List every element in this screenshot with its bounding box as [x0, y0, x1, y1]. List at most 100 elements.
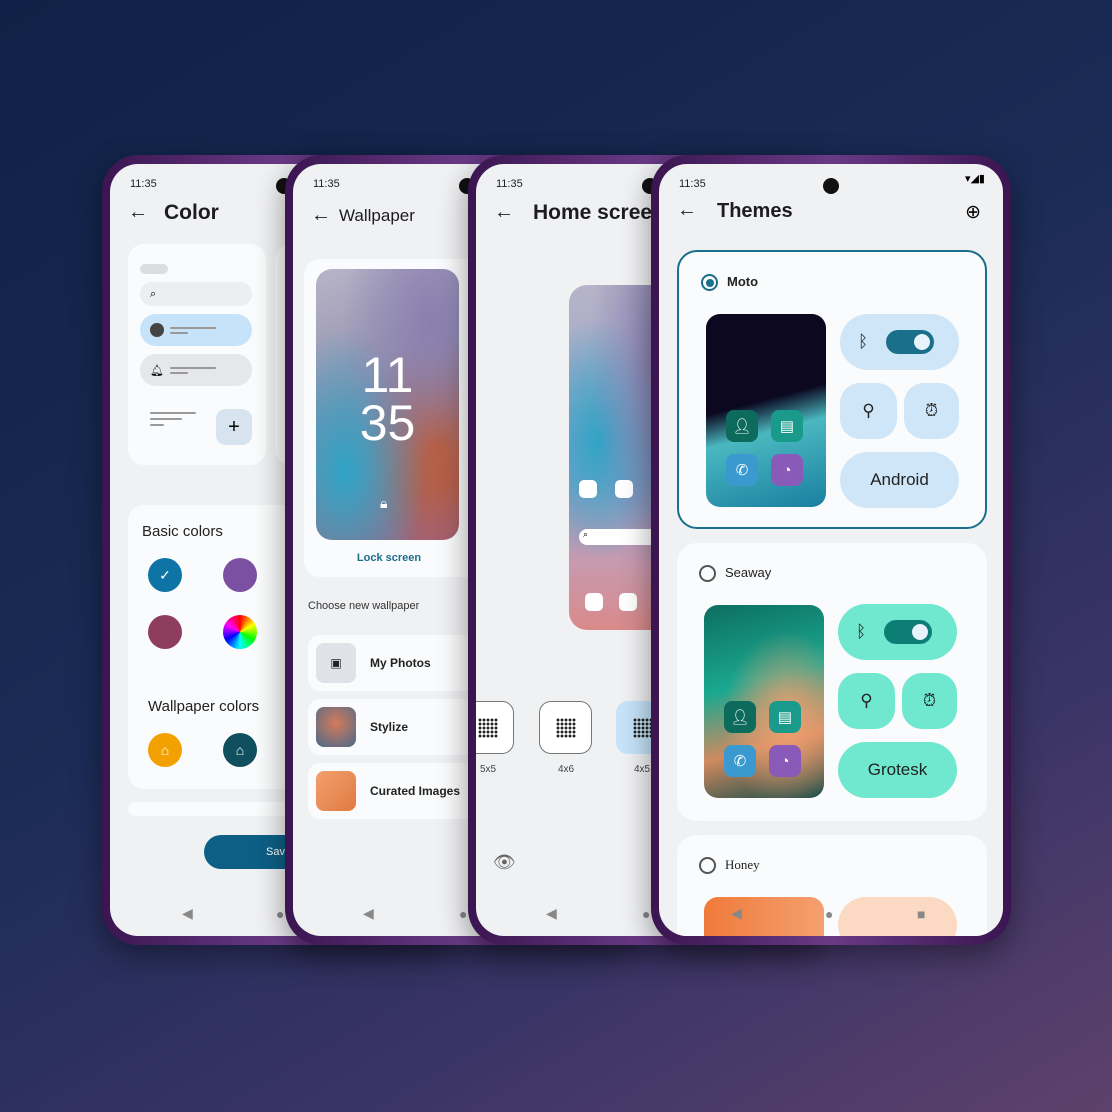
back-arrow-icon[interactable]: ← — [311, 204, 331, 227]
my-photos-option[interactable]: ▣ My Photos — [308, 635, 478, 691]
grid-option-5x5[interactable] — [476, 701, 514, 754]
clock-minute: 35 — [359, 395, 416, 451]
grid-option-4x6[interactable] — [539, 701, 592, 754]
phone-icon: ✆ — [726, 454, 758, 486]
theme-preview — [704, 897, 824, 936]
lock-screen-card[interactable]: 11 35 🔒︎ Lock screen — [304, 259, 484, 577]
basic-colors-card: Basic colors ✓ Wallpaper colors ⌂ ⌂ — [128, 505, 298, 789]
nav-home-icon[interactable]: ● — [825, 906, 833, 922]
nav-home-icon[interactable]: ● — [459, 906, 467, 922]
color-swatch-purple[interactable] — [223, 558, 257, 592]
messages-icon: ▤ — [771, 410, 803, 442]
person-icon: ⚲ — [840, 383, 897, 439]
color-swatch-maroon[interactable] — [148, 615, 182, 649]
grid-icon — [477, 717, 498, 738]
back-arrow-icon[interactable]: ← — [677, 199, 697, 222]
basic-colors-label: Basic colors — [142, 523, 223, 540]
page-title: Color — [164, 201, 219, 224]
clock-icon: ◔ — [771, 454, 803, 486]
lock-icon: 🔒︎ — [380, 495, 388, 511]
phone-icon: ✆ — [724, 745, 756, 777]
clock-icon: ◔ — [769, 745, 801, 777]
theme-name: Honey — [725, 857, 760, 872]
status-time: 11:35 — [496, 178, 523, 190]
status-time: 11:35 — [679, 178, 706, 190]
nav-back-icon[interactable]: ◀ — [182, 905, 193, 922]
bluetooth-tile: ᛒ — [838, 604, 957, 660]
stylize-option[interactable]: Stylize — [308, 699, 478, 755]
nav-back-icon[interactable]: ◀ — [731, 905, 742, 922]
grid-label: 5x5 — [480, 764, 497, 775]
option-label: Curated Images — [370, 784, 461, 798]
status-time: 11:35 — [313, 178, 340, 190]
radio-unselected[interactable] — [699, 857, 716, 874]
theme-name: Moto — [727, 274, 759, 289]
eye-icon[interactable]: 👁︎ — [493, 852, 516, 873]
status-icons: ▾◢▮ — [964, 173, 985, 185]
nav-recents-icon[interactable]: ■ — [917, 906, 925, 922]
status-time: 11:35 — [130, 178, 157, 190]
wallpaper-color-orange[interactable]: ⌂ — [148, 733, 182, 767]
lock-screen-wallpaper-preview: 11 35 🔒︎ — [316, 269, 459, 540]
themes-screen: 11:35 ▾◢▮ ← Themes ⊕ Moto 👤︎ ▤ ✆ ◔ ᛒ ⚲ ⏰… — [659, 164, 1003, 936]
lock-screen-label: Lock screen — [356, 552, 422, 564]
curated-thumbnail — [316, 771, 356, 811]
wallpaper-color-teal[interactable]: ⌂ — [223, 733, 257, 767]
bluetooth-tile: ᛒ — [840, 314, 959, 370]
theme-preview: 👤︎ ▤ ✆ ◔ — [704, 605, 824, 798]
messages-icon: ▤ — [769, 701, 801, 733]
color-swatch-blue[interactable]: ✓ — [148, 558, 182, 592]
nav-back-icon[interactable]: ◀ — [546, 905, 557, 922]
page-title: Themes — [717, 200, 793, 222]
contacts-icon: 👤︎ — [726, 410, 758, 442]
nav-home-icon[interactable]: ● — [642, 906, 650, 922]
color-preview-card: ⌕ 🔔︎ + — [128, 244, 266, 465]
phone-themes: 11:35 ▾◢▮ ← Themes ⊕ Moto 👤︎ ▤ ✆ ◔ ᛒ ⚲ ⏰… — [651, 155, 1011, 945]
photos-icon: ▣ — [316, 643, 356, 683]
toggle-switch[interactable] — [886, 330, 935, 354]
back-arrow-icon[interactable]: ← — [128, 201, 148, 224]
stylize-thumbnail — [316, 707, 356, 747]
camera-cutout — [823, 178, 839, 194]
option-label: My Photos — [370, 656, 431, 670]
nav-home-icon[interactable]: ● — [276, 906, 284, 922]
font-sample: Android — [840, 452, 959, 508]
next-card — [128, 802, 298, 816]
theme-preview: 👤︎ ▤ ✆ ◔ — [706, 314, 826, 507]
alarm-icon: ⏰︎ — [904, 383, 959, 439]
curated-images-option[interactable]: Curated Images — [308, 763, 478, 819]
back-arrow-icon[interactable]: ← — [494, 201, 514, 224]
check-icon: ✓ — [159, 566, 171, 583]
grid-icon — [632, 717, 653, 738]
custom-color-wheel[interactable] — [223, 615, 257, 649]
theme-card-moto[interactable]: Moto 👤︎ ▤ ✆ ◔ ᛒ ⚲ ⏰︎ Android — [677, 250, 987, 529]
radio-unselected[interactable] — [699, 565, 716, 582]
contacts-icon: 👤︎ — [724, 701, 756, 733]
clock-hour: 11 — [361, 347, 414, 403]
font-sample: Grotesk — [838, 742, 957, 798]
bluetooth-tile — [838, 897, 957, 936]
toggle-switch[interactable] — [884, 620, 933, 644]
alarm-icon: ⏰︎ — [902, 673, 957, 729]
home-icon: ⌂ — [160, 742, 170, 758]
bluetooth-icon: ᛒ — [858, 332, 869, 351]
nav-back-icon[interactable]: ◀ — [363, 905, 374, 922]
person-icon: ⚲ — [838, 673, 895, 729]
page-title: Home screen — [533, 201, 665, 224]
choose-wallpaper-label: Choose new wallpaper — [308, 600, 420, 612]
grid-icon — [555, 717, 576, 738]
page-title: Wallpaper — [339, 206, 415, 225]
notification-preview: 🔔︎ — [140, 354, 252, 386]
grid-label: 4x5 — [634, 764, 651, 775]
bluetooth-icon: ᛒ — [856, 622, 867, 641]
theme-card-seaway[interactable]: Seaway 👤︎ ▤ ✆ ◔ ᛒ ⚲ ⏰︎ Grotesk — [677, 543, 987, 821]
grid-label: 4x6 — [558, 764, 575, 775]
wallpaper-colors-label: Wallpaper colors — [148, 698, 260, 715]
moto-logo-icon — [150, 323, 164, 337]
home-icon: ⌂ — [235, 742, 245, 758]
search-icon: ⌕ — [150, 287, 157, 300]
theme-name: Seaway — [725, 565, 772, 580]
radio-selected[interactable] — [701, 274, 718, 291]
moto-preview — [140, 314, 252, 346]
add-theme-icon[interactable]: ⊕ — [965, 201, 981, 224]
